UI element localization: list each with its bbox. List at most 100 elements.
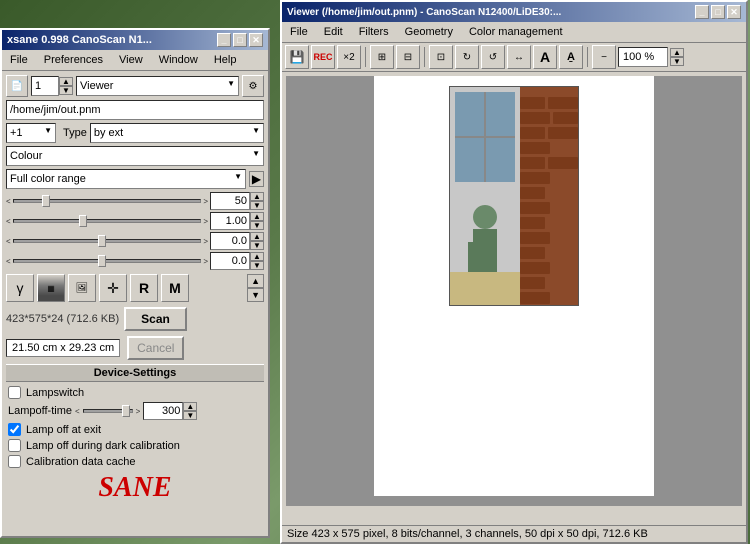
rotate-icon[interactable]: R — [130, 274, 158, 302]
viewer-rotate-ccw-icon[interactable]: ↺ — [481, 45, 505, 69]
contrast-down-btn[interactable]: ▼ — [250, 261, 264, 270]
resolution-thumb[interactable] — [42, 195, 50, 207]
viewer-dropdown[interactable]: Viewer — [76, 76, 239, 96]
lamp-time-input[interactable] — [143, 402, 183, 420]
color-range-select[interactable]: Full color range — [6, 169, 246, 189]
bright-right-arrow[interactable]: > — [203, 237, 208, 246]
lamp-time-right[interactable]: > — [136, 407, 141, 416]
viewer-minimize-button[interactable]: _ — [695, 5, 709, 19]
viewer-canvas[interactable] — [286, 76, 742, 506]
lamp-time-thumb[interactable] — [122, 405, 130, 417]
menu-preferences[interactable]: Preferences — [36, 52, 111, 68]
color-mode-select[interactable]: Colour — [6, 146, 264, 166]
scroll-arrows: ▲ ▼ — [247, 274, 264, 302]
gamma-track[interactable] — [13, 219, 202, 223]
viewer-rotate-cw-icon[interactable]: ↻ — [455, 45, 479, 69]
menu-view[interactable]: View — [111, 52, 151, 68]
viewer-grid1-icon[interactable]: ⊞ — [370, 45, 394, 69]
viewer-save-icon[interactable]: 💾 — [285, 45, 309, 69]
viewer-menu-file[interactable]: File — [282, 24, 316, 40]
gamma-left-arrow[interactable]: < — [6, 217, 11, 226]
scroll-down-btn[interactable]: ▼ — [247, 288, 264, 302]
toolbar-sep-3 — [587, 47, 588, 67]
viewer-menu-color[interactable]: Color management — [461, 24, 571, 40]
viewer-flip-h-icon[interactable]: ↔ — [507, 45, 531, 69]
gamma-up-btn[interactable]: ▲ — [250, 212, 264, 221]
histogram-icon[interactable]: ▦ — [37, 274, 65, 302]
brightness-thumb[interactable] — [98, 235, 106, 247]
viewer-fit-icon[interactable]: ⊡ — [429, 45, 453, 69]
viewer-menu-edit[interactable]: Edit — [316, 24, 351, 40]
res-down-btn[interactable]: ▼ — [250, 201, 264, 210]
resolution-input[interactable] — [210, 192, 250, 210]
crosshair-icon[interactable]: ✛ — [99, 274, 127, 302]
lamp-switch-checkbox[interactable] — [8, 386, 21, 399]
page-up-btn[interactable]: ▲ — [59, 77, 73, 86]
contrast-right-arrow[interactable]: > — [203, 257, 208, 266]
color-range-expand[interactable]: ▶ — [249, 171, 264, 187]
lamp-dark-checkbox[interactable] — [8, 439, 21, 452]
resolution-track[interactable] — [13, 199, 202, 203]
viewer-grid2-icon[interactable]: ⊟ — [396, 45, 420, 69]
scan-button[interactable]: Scan — [124, 307, 187, 331]
brightness-track[interactable] — [13, 239, 202, 243]
viewer-x2-icon[interactable]: ×2 — [337, 45, 361, 69]
filepath-input[interactable] — [6, 100, 264, 120]
menu-window[interactable]: Window — [151, 52, 206, 68]
viewer-menu-geometry[interactable]: Geometry — [397, 24, 461, 40]
lamp-time-down-btn[interactable]: ▼ — [183, 411, 197, 420]
viewer-zoom-out-icon[interactable]: − — [592, 45, 616, 69]
bright-left-arrow[interactable]: < — [6, 237, 11, 246]
zoom-down-btn[interactable]: ▼ — [670, 57, 684, 66]
color-range-row: Full color range ▶ — [6, 169, 264, 189]
viewer-close-button[interactable]: ✕ — [727, 5, 741, 19]
zoom-up-btn[interactable]: ▲ — [670, 48, 684, 57]
gear-icon[interactable]: ⚙ — [242, 75, 264, 97]
increment-select[interactable]: +1 — [6, 123, 56, 143]
cancel-button[interactable]: Cancel — [127, 336, 184, 360]
viewer-text-icon[interactable]: A̱ — [559, 45, 583, 69]
viewer-rec-icon[interactable]: REC — [311, 45, 335, 69]
res-right-arrow[interactable]: > — [203, 197, 208, 206]
minimize-button[interactable]: _ — [217, 33, 231, 47]
gamma-icon[interactable]: γ — [6, 274, 34, 302]
contrast-left-arrow[interactable]: < — [6, 257, 11, 266]
gamma-thumb[interactable] — [79, 215, 87, 227]
bright-up-btn[interactable]: ▲ — [250, 232, 264, 241]
lamp-time-up-btn[interactable]: ▲ — [183, 402, 197, 411]
gamma-right-arrow[interactable]: > — [203, 217, 208, 226]
mirror-icon[interactable]: M — [161, 274, 189, 302]
contrast-thumb[interactable] — [98, 255, 106, 267]
brightness-input[interactable] — [210, 232, 250, 250]
lamp-time-left[interactable]: < — [75, 407, 80, 416]
page-down-btn[interactable]: ▼ — [59, 86, 73, 95]
menu-file[interactable]: File — [2, 52, 36, 68]
resolution-slider-row: < > ▲ ▼ — [6, 192, 264, 210]
page-number[interactable] — [31, 76, 59, 96]
lamp-time-track[interactable] — [83, 409, 133, 413]
viewer-flip-v-icon[interactable]: A — [533, 45, 557, 69]
lamp-exit-checkbox[interactable] — [8, 423, 21, 436]
res-up-btn[interactable]: ▲ — [250, 192, 264, 201]
contrast-track[interactable] — [13, 259, 202, 263]
viewer-menu-filters[interactable]: Filters — [351, 24, 397, 40]
page-icon[interactable]: 📄 — [6, 75, 28, 97]
menu-help[interactable]: Help — [206, 52, 245, 68]
scroll-up-btn[interactable]: ▲ — [247, 274, 264, 288]
increment-type-row: +1 Type by ext — [6, 123, 264, 143]
bright-down-btn[interactable]: ▼ — [250, 241, 264, 250]
contrast-up-btn[interactable]: ▲ — [250, 252, 264, 261]
contrast-input[interactable] — [210, 252, 250, 270]
preview-icon[interactable]: 🖼 — [68, 274, 96, 302]
calib-cache-checkbox[interactable] — [8, 455, 21, 468]
type-select[interactable]: by ext — [90, 123, 264, 143]
maximize-button[interactable]: □ — [233, 33, 247, 47]
viewer-status-text: Size 423 x 575 pixel, 8 bits/channel, 3 … — [287, 528, 648, 540]
close-button[interactable]: ✕ — [249, 33, 263, 47]
gamma-down-btn[interactable]: ▼ — [250, 221, 264, 230]
type-label: Type — [63, 127, 87, 139]
res-left-arrow[interactable]: < — [6, 197, 11, 206]
viewer-maximize-button[interactable]: □ — [711, 5, 725, 19]
dimensions-label: 21.50 cm x 29.23 cm — [6, 339, 120, 357]
gamma-input[interactable] — [210, 212, 250, 230]
